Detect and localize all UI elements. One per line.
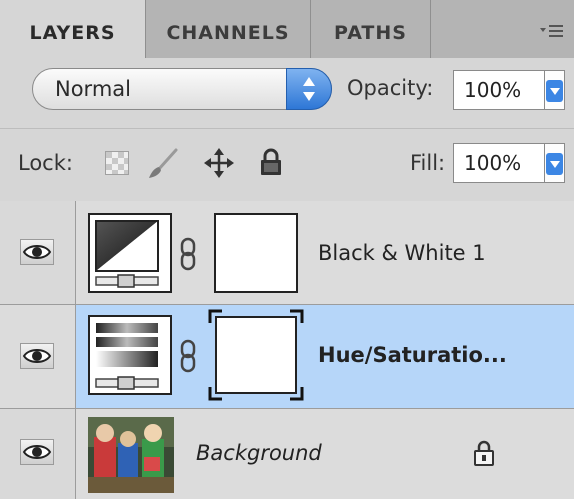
lock-row: Lock: Fill: 100%: [0, 128, 574, 202]
move-arrows-icon: [204, 148, 234, 178]
blend-mode-stepper[interactable]: [286, 68, 332, 110]
brush-icon: [149, 148, 178, 178]
layers-panel: LAYERS CHANNELS PATHS Normal Opacity: 10…: [0, 0, 574, 499]
lock-position-button[interactable]: [203, 147, 235, 183]
layer-mask-thumbnail[interactable]: [214, 213, 298, 293]
eye-icon: [22, 349, 52, 363]
lock-all-button[interactable]: [258, 147, 284, 181]
eye-icon: [22, 245, 52, 259]
visibility-cell: [0, 305, 76, 408]
background-image-thumbnail: [88, 417, 174, 497]
lock-transparent-pixels-button[interactable]: [105, 151, 129, 179]
blend-row: Normal Opacity: 100%: [0, 58, 574, 128]
tab-layers[interactable]: LAYERS: [0, 0, 146, 59]
fill-dropdown-button[interactable]: [545, 143, 565, 183]
background-lock-icon: [472, 439, 496, 471]
fill-label: Fill:: [410, 151, 446, 175]
lock-label: Lock:: [18, 151, 73, 175]
black-white-adjustment-icon: [88, 213, 172, 293]
opacity-dropdown-button[interactable]: [545, 70, 565, 110]
layer-name[interactable]: Background: [196, 441, 322, 465]
blend-mode-select[interactable]: Normal: [32, 68, 332, 110]
blend-mode-value: Normal: [55, 77, 131, 101]
tab-bar: LAYERS CHANNELS PATHS: [0, 0, 574, 59]
layer-name[interactable]: Hue/Saturatio...: [318, 343, 507, 367]
opacity-input[interactable]: 100%: [453, 70, 545, 110]
hue-saturation-adjustment-icon: [88, 315, 172, 395]
visibility-toggle[interactable]: [20, 239, 54, 265]
chain-link-icon[interactable]: [178, 339, 198, 377]
panel-menu-button[interactable]: [540, 22, 564, 40]
tab-channels[interactable]: CHANNELS: [146, 0, 311, 58]
up-down-arrows-icon: [303, 77, 315, 101]
dropdown-arrow-icon: [546, 153, 563, 175]
eye-icon: [22, 445, 52, 459]
chain-link-icon[interactable]: [178, 237, 198, 275]
visibility-cell: [0, 409, 76, 499]
visibility-toggle[interactable]: [20, 343, 54, 369]
padlock-icon: [261, 148, 281, 175]
visibility-cell: [0, 201, 76, 304]
fill-input[interactable]: 100%: [453, 143, 545, 183]
visibility-toggle[interactable]: [20, 439, 54, 465]
lock-image-pixels-button[interactable]: [146, 147, 180, 185]
panel-menu-icon: [540, 25, 563, 37]
layers-list: Black & White 1 Hue/Saturatio... Backgro…: [0, 201, 574, 499]
layer-row-hue-saturation[interactable]: Hue/Saturatio...: [0, 305, 574, 409]
opacity-label: Opacity:: [347, 76, 434, 100]
layer-mask-thumbnail[interactable]: [208, 309, 304, 405]
layer-row-background[interactable]: Background: [0, 409, 574, 499]
layer-row-black-white[interactable]: Black & White 1: [0, 201, 574, 305]
tab-paths[interactable]: PATHS: [311, 0, 431, 58]
dropdown-arrow-icon: [546, 80, 563, 102]
lock-transparent-pixels-icon: [105, 151, 129, 175]
layer-name[interactable]: Black & White 1: [318, 241, 486, 265]
